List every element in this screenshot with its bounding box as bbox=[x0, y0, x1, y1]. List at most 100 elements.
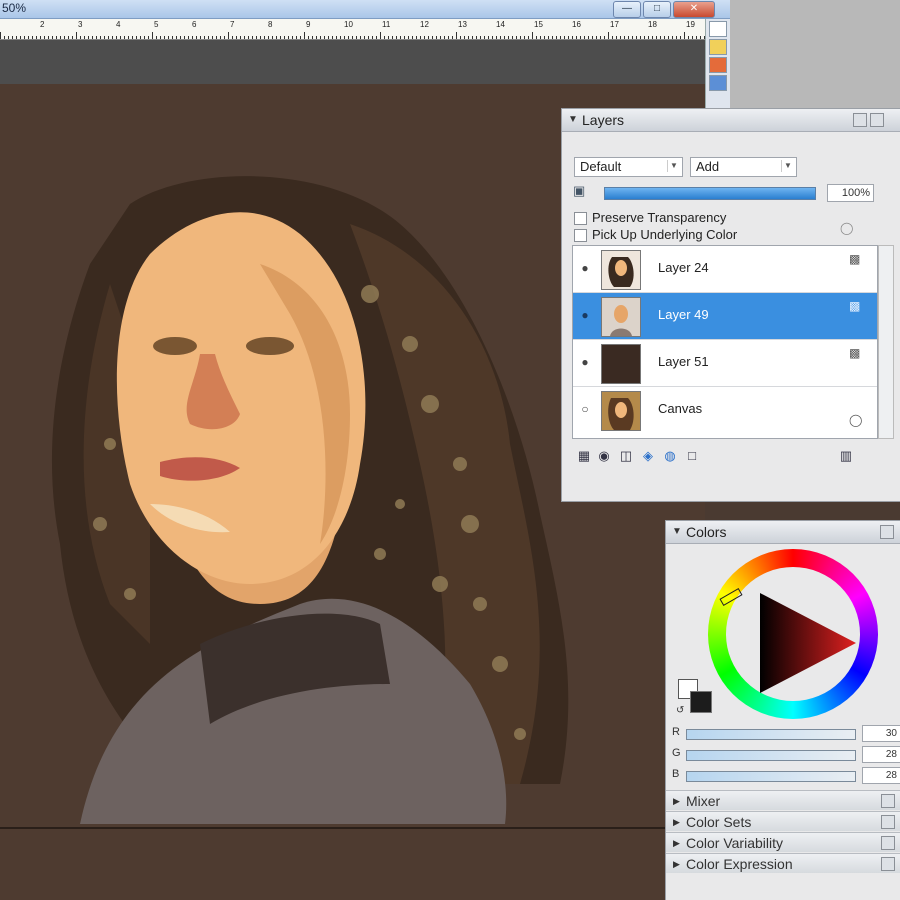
collapse-triangle-icon[interactable]: ▼ bbox=[672, 521, 682, 543]
ruler-tick bbox=[180, 36, 181, 39]
panel-options-icon[interactable] bbox=[881, 857, 895, 871]
ruler-tick bbox=[680, 36, 681, 39]
expand-triangle-icon[interactable]: ▶ bbox=[673, 812, 680, 832]
new-layer-icon[interactable]: ◈ bbox=[640, 448, 656, 463]
ruler-tick bbox=[544, 36, 545, 39]
ruler-tick bbox=[264, 36, 265, 39]
ruler-tick bbox=[40, 36, 41, 39]
tool-icon[interactable] bbox=[709, 57, 727, 73]
ruler-tick bbox=[592, 36, 593, 39]
close-button[interactable]: ✕ bbox=[673, 1, 715, 18]
blue-label: B bbox=[672, 768, 680, 780]
panel-options-icon[interactable] bbox=[853, 113, 867, 127]
ruler-tick bbox=[4, 36, 5, 39]
preserve-transparency-checkbox[interactable] bbox=[574, 212, 587, 225]
new-layer-mask-icon[interactable]: □ bbox=[684, 448, 700, 463]
foreground-color-swatch[interactable] bbox=[690, 691, 712, 713]
lock-icon[interactable]: ◯ bbox=[840, 221, 853, 235]
ruler-tick bbox=[344, 36, 345, 39]
ruler-tick bbox=[84, 36, 85, 39]
layer-mask-icon[interactable]: ◍ bbox=[662, 448, 678, 463]
composite-method-select[interactable]: Default ▼ bbox=[574, 157, 683, 177]
ruler-tick bbox=[280, 36, 281, 39]
panel-menu-icon[interactable] bbox=[870, 113, 884, 127]
minimize-button[interactable]: — bbox=[613, 1, 641, 18]
ruler-tick bbox=[632, 36, 633, 39]
ruler-tick bbox=[204, 36, 205, 39]
layers-toolbar: ▦ ◉ ◫ ◈ ◍ □ ▥ bbox=[572, 445, 892, 467]
tool-icon[interactable] bbox=[709, 21, 727, 37]
tool-icon[interactable] bbox=[709, 39, 727, 55]
swap-colors-icon[interactable]: ↺ bbox=[676, 705, 684, 716]
blue-value[interactable]: 28 bbox=[862, 767, 900, 784]
layer-row[interactable]: ● Layer 24 ▩ bbox=[573, 246, 877, 293]
opacity-slider[interactable] bbox=[604, 187, 816, 200]
mixer-panel-header[interactable]: ▶ Mixer bbox=[666, 790, 900, 810]
composite-depth-select[interactable]: Add ▼ bbox=[690, 157, 797, 177]
ruler-tick bbox=[32, 36, 33, 39]
trash-icon[interactable]: ▥ bbox=[838, 448, 854, 463]
panel-options-icon[interactable] bbox=[881, 836, 895, 850]
color-variability-panel-header[interactable]: ▶ Color Variability bbox=[666, 832, 900, 852]
color-expression-title: Color Expression bbox=[686, 856, 793, 872]
expand-triangle-icon[interactable]: ▶ bbox=[673, 854, 680, 874]
eye-icon[interactable]: ● bbox=[577, 355, 593, 369]
ruler-tick bbox=[252, 36, 253, 39]
ruler-tick bbox=[664, 36, 665, 39]
layer-list-scrollbar[interactable] bbox=[878, 245, 894, 439]
red-slider[interactable] bbox=[686, 729, 856, 740]
layer-stack-icon: ▩ bbox=[849, 346, 861, 360]
pick-up-underlying-checkbox[interactable] bbox=[574, 229, 587, 242]
layer-commands-icon[interactable]: ▦ bbox=[576, 448, 592, 463]
expand-triangle-icon[interactable]: ▶ bbox=[673, 833, 680, 853]
green-value[interactable]: 28 bbox=[862, 746, 900, 763]
green-slider[interactable] bbox=[686, 750, 856, 761]
layers-panel-header[interactable]: ▼ Layers bbox=[562, 109, 900, 132]
ruler-tick bbox=[408, 36, 409, 39]
ruler-tick bbox=[200, 36, 201, 39]
color-expression-panel-header[interactable]: ▶ Color Expression bbox=[666, 853, 900, 873]
layer-name: Layer 49 bbox=[658, 307, 709, 322]
layer-row[interactable]: ○ Canvas ◯ bbox=[573, 387, 877, 433]
panel-options-icon[interactable] bbox=[881, 794, 895, 808]
blue-slider[interactable] bbox=[686, 771, 856, 782]
panel-options-icon[interactable] bbox=[881, 815, 895, 829]
ruler-tick bbox=[336, 36, 337, 39]
ruler-tick bbox=[184, 36, 185, 39]
color-sets-panel-header[interactable]: ▶ Color Sets bbox=[666, 811, 900, 831]
green-label: G bbox=[672, 747, 681, 759]
collapse-triangle-icon[interactable]: ▼ bbox=[568, 109, 578, 131]
dynamic-plugins-icon[interactable]: ◉ bbox=[596, 448, 612, 463]
tool-icon[interactable] bbox=[709, 75, 727, 91]
horizontal-ruler: 2 3 4 5 6 7 8 9 10 11 12 13 14 15 16 17 18 19 bbox=[0, 19, 705, 40]
eye-icon[interactable]: ● bbox=[577, 261, 593, 275]
ruler-tick bbox=[668, 36, 669, 39]
opacity-input[interactable]: 100% bbox=[827, 184, 874, 202]
ruler-tick bbox=[104, 36, 105, 39]
layer-row[interactable]: ● Layer 51 ▩ bbox=[573, 340, 877, 387]
maximize-button[interactable]: □ bbox=[643, 1, 671, 18]
ruler-tick bbox=[124, 36, 125, 39]
ruler-tick bbox=[260, 36, 261, 39]
ruler-tick bbox=[388, 36, 389, 39]
ruler-number: 6 bbox=[192, 20, 197, 29]
ruler-tick bbox=[324, 36, 325, 39]
colors-panel-header[interactable]: ▼ Colors bbox=[666, 521, 900, 544]
ruler-number: 19 bbox=[686, 20, 695, 29]
color-variability-title: Color Variability bbox=[686, 835, 783, 851]
red-value[interactable]: 30 bbox=[862, 725, 900, 742]
ruler-tick bbox=[220, 36, 221, 39]
eye-icon[interactable]: ○ bbox=[577, 402, 593, 416]
ruler-tick bbox=[196, 36, 197, 39]
layer-name: Layer 51 bbox=[658, 354, 709, 369]
layer-stack-icon: ▩ bbox=[849, 299, 861, 313]
layers-title: Layers bbox=[582, 112, 625, 128]
layer-row-selected[interactable]: ● Layer 49 ▩ bbox=[573, 293, 877, 340]
ruler-tick bbox=[524, 36, 525, 39]
panel-options-icon[interactable] bbox=[880, 525, 894, 539]
expand-triangle-icon[interactable]: ▶ bbox=[673, 791, 680, 811]
eye-icon[interactable]: ● bbox=[577, 308, 593, 322]
ruler-number: 8 bbox=[268, 20, 273, 29]
ruler-tick bbox=[412, 36, 413, 39]
group-layers-icon[interactable]: ◫ bbox=[618, 448, 634, 463]
